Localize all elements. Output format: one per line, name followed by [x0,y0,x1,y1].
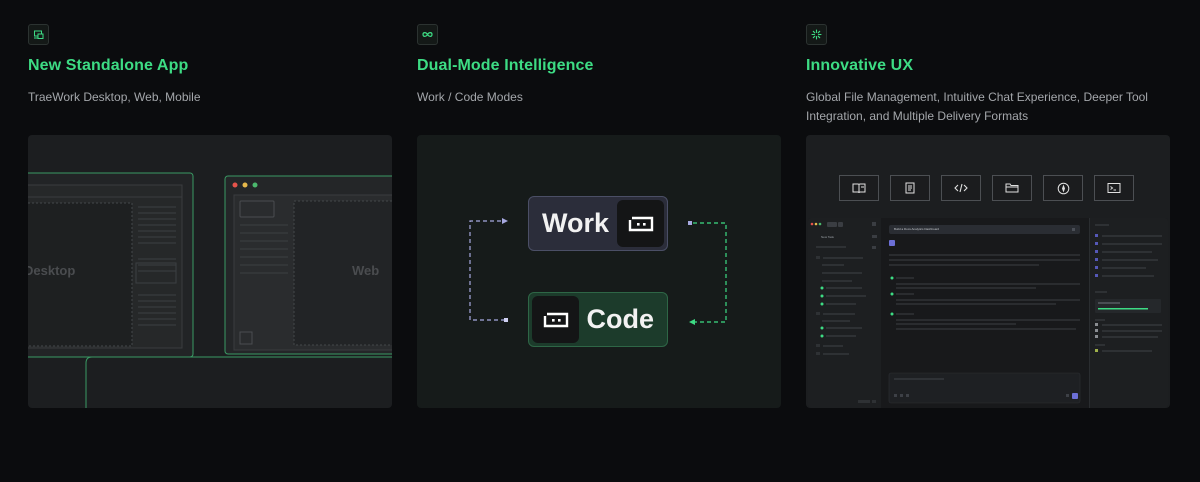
agent-glyph-icon [532,296,579,343]
code-mode-badge: Code [528,292,668,347]
mini-app-screenshot: New Task Build a Docs Analytics Dashboar… [808,218,1168,408]
code-icon [941,175,981,201]
new-task-button[interactable]: New Task [821,235,834,239]
desktop-label: Desktop [28,263,76,278]
standalone-app-illustration: Desktop Web [28,135,392,408]
chat-prompt-title: Build a Docs Analytics Dashboard [894,227,940,231]
feature-description: Global File Management, Intuitive Chat E… [806,90,1148,123]
folder-icon [992,175,1032,201]
feature-description: TraeWork Desktop, Web, Mobile [28,90,201,104]
compass-icon [1043,175,1083,201]
code-mode-label: Code [586,304,655,334]
terminal-icon [1094,175,1134,201]
work-mode-badge: Work [528,196,668,251]
work-mode-label: Work [542,208,610,238]
book-icon [839,175,879,201]
feature-title: Innovative UX [806,57,914,74]
innovative-ux-illustration: New Task Build a Docs Analytics Dashboar… [806,135,1170,408]
feature-description: Work / Code Modes [417,90,523,104]
sparkle-icon [806,24,827,45]
desktop-app-icon [28,24,49,45]
dual-mode-illustration: Work Code [417,135,781,408]
agent-glyph-icon [617,200,664,247]
feature-title: New Standalone App [28,57,189,74]
web-label: Web [352,263,380,278]
infinity-icon [417,24,438,45]
document-icon [890,175,930,201]
feature-title: Dual-Mode Intelligence [417,57,594,74]
